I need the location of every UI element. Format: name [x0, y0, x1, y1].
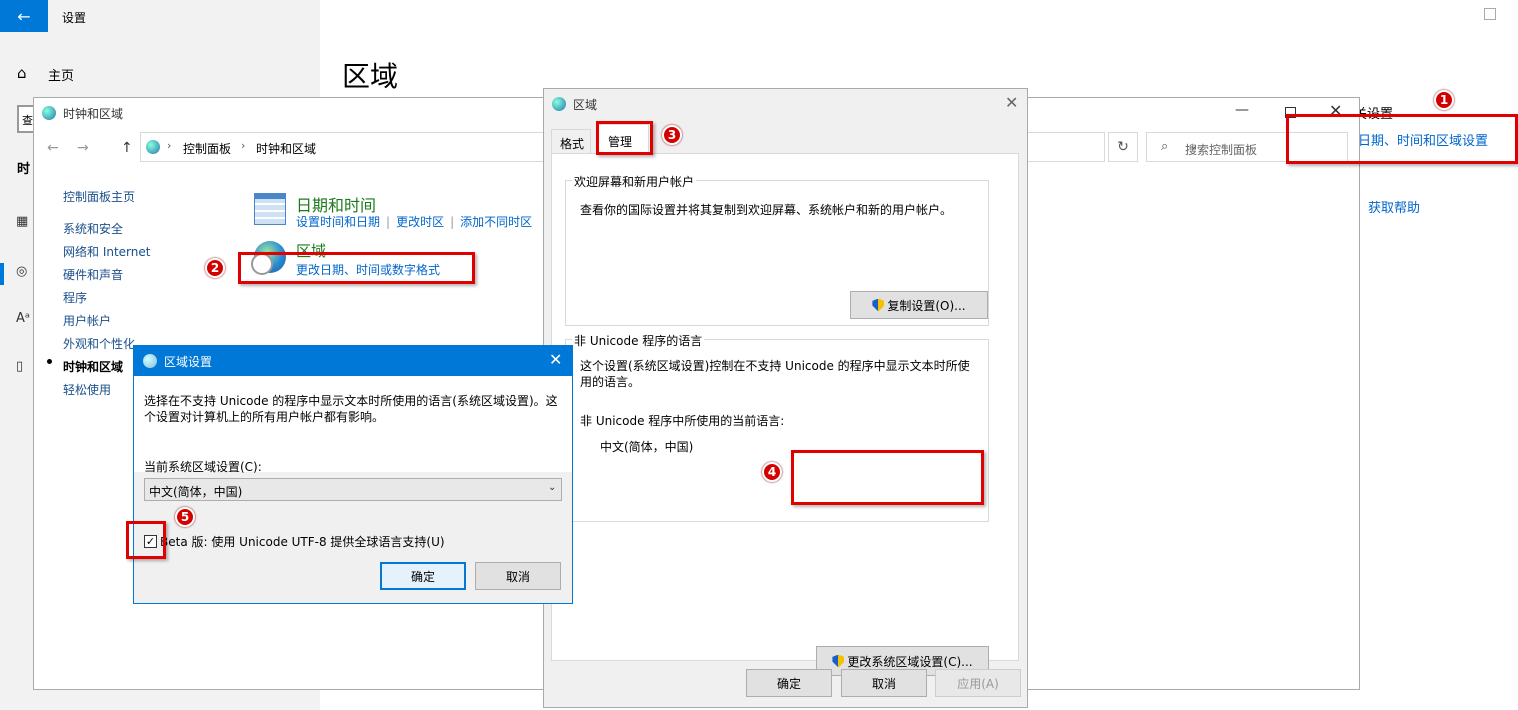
- tab-format[interactable]: 格式: [551, 129, 591, 153]
- nav-network-internet[interactable]: 网络和 Internet: [63, 243, 150, 260]
- cancel-button[interactable]: 取消: [841, 669, 927, 697]
- settings-section-heading: 时: [17, 162, 31, 177]
- highlight-box-1: [1286, 114, 1518, 164]
- ok-button[interactable]: 确定: [380, 562, 466, 590]
- highlight-box-5: [126, 521, 166, 559]
- nav-programs[interactable]: 程序: [63, 289, 87, 306]
- nav-system-security[interactable]: 系统和安全: [63, 220, 123, 237]
- uac-shield-icon: [872, 298, 885, 312]
- set-time-date-link[interactable]: 设置时间和日期: [296, 215, 380, 229]
- nav-appearance[interactable]: 外观和个性化: [63, 335, 135, 352]
- search-placeholder: 搜索控制面板: [1185, 143, 1258, 157]
- group-description: 查看你的国际设置并将其复制到欢迎屏幕、系统帐户和新的用户帐户。: [580, 203, 953, 217]
- window-title: 时钟和区域: [63, 107, 124, 121]
- highlight-box-3: [596, 121, 653, 155]
- minimize-button[interactable]: —: [1235, 102, 1249, 118]
- group-description: 这个设置(系统区域设置)控制在不支持 Unicode 的程序中显示文本时所使用的…: [580, 359, 970, 389]
- group-title: 欢迎屏幕和新用户帐户: [572, 173, 697, 190]
- region-icon: [143, 354, 157, 368]
- close-icon[interactable]: ✕: [1005, 93, 1018, 112]
- nav-clock-region[interactable]: 时钟和区域: [63, 358, 123, 375]
- home-icon[interactable]: ⌂: [17, 64, 27, 82]
- language-icon[interactable]: Aᵃ: [16, 311, 30, 326]
- nav-user-accounts[interactable]: 用户帐户: [63, 312, 111, 329]
- nav-control-panel-home[interactable]: 控制面板主页: [63, 188, 135, 205]
- step-badge-5: 5: [175, 507, 195, 527]
- region-settings-dialog: 区域设置 ✕ 选择在不支持 Unicode 的程序中显示文本时所使用的语言(系统…: [133, 345, 573, 604]
- step-badge-2: 2: [205, 258, 225, 278]
- control-panel-icon: [42, 106, 56, 120]
- calendar-header: [254, 193, 286, 199]
- refresh-icon[interactable]: ↻: [1108, 132, 1138, 162]
- region-dialog: 区域 ✕ 格式 管理 复制设置(O)... 欢迎屏幕和新用户帐户 查看你的国际设…: [543, 88, 1028, 708]
- close-icon[interactable]: ✕: [549, 350, 562, 369]
- selection-indicator: [0, 263, 4, 285]
- chevron-right-icon: ›: [241, 139, 246, 152]
- step-badge-4: 4: [762, 462, 782, 482]
- cancel-button[interactable]: 取消: [475, 562, 561, 590]
- dialog-description: 选择在不支持 Unicode 的程序中显示文本时所使用的语言(系统区域设置)。这…: [144, 394, 558, 424]
- tab-panel: 复制设置(O)... 欢迎屏幕和新用户帐户 查看你的国际设置并将其复制到欢迎屏幕…: [551, 153, 1019, 676]
- back-arrow-icon[interactable]: ←: [0, 0, 48, 32]
- breadcrumb-control-panel[interactable]: 控制面板: [183, 140, 231, 157]
- add-clocks-link[interactable]: 添加不同时区: [460, 215, 532, 229]
- region-icon: [552, 97, 566, 111]
- copy-settings-button[interactable]: 复制设置(O)...: [850, 291, 988, 319]
- step-badge-3: 3: [662, 125, 682, 145]
- search-icon: ⌕: [1161, 139, 1169, 154]
- nav-hardware-sound[interactable]: 硬件和声音: [63, 266, 123, 283]
- breadcrumb-clock-region[interactable]: 时钟和区域: [256, 140, 316, 157]
- settings-home-link[interactable]: 主页: [48, 65, 74, 84]
- highlight-box-4: [791, 450, 984, 505]
- utf8-beta-label[interactable]: Beta 版: 使用 Unicode UTF-8 提供全球语言支持(U): [160, 533, 445, 550]
- active-bullet: [47, 359, 52, 364]
- highlight-box-2: [238, 252, 475, 284]
- forward-icon[interactable]: →: [77, 140, 89, 156]
- page-title: 区域: [342, 60, 399, 93]
- get-help-link[interactable]: 获取帮助: [1368, 197, 1420, 216]
- system-locale-select[interactable]: 中文(简体，中国) ⌄: [144, 478, 562, 501]
- dialog-title: 区域: [573, 98, 598, 112]
- chevron-right-icon: ›: [167, 139, 172, 152]
- uac-shield-icon: [832, 654, 845, 668]
- globe-icon[interactable]: ◎: [16, 264, 27, 279]
- settings-title: 设置: [62, 11, 87, 25]
- calendar-icon[interactable]: ▦: [16, 214, 28, 229]
- dialog-titlebar: 区域设置 ✕: [134, 346, 572, 376]
- back-icon[interactable]: ←: [47, 140, 59, 156]
- up-icon[interactable]: ↑: [121, 140, 133, 156]
- ok-button[interactable]: 确定: [746, 669, 832, 697]
- chevron-down-icon: ⌄: [548, 482, 557, 493]
- maximize-icon[interactable]: [1484, 8, 1496, 20]
- dialog-title: 区域设置: [164, 355, 213, 369]
- current-language-label: 非 Unicode 程序中所使用的当前语言:: [580, 414, 785, 428]
- current-language-value: 中文(简体，中国): [600, 440, 694, 454]
- control-panel-icon: [146, 140, 160, 154]
- nav-ease-of-access[interactable]: 轻松使用: [63, 381, 111, 398]
- current-locale-label: 当前系统区域设置(C):: [144, 460, 262, 474]
- apply-button[interactable]: 应用(A): [935, 669, 1021, 697]
- group-title: 非 Unicode 程序的语言: [572, 332, 705, 349]
- step-badge-1: 1: [1434, 90, 1454, 110]
- microphone-icon[interactable]: ▯: [16, 359, 23, 374]
- date-time-links: 设置时间和日期 | 更改时区 | 添加不同时区: [296, 215, 533, 229]
- change-timezone-link[interactable]: 更改时区: [396, 215, 444, 229]
